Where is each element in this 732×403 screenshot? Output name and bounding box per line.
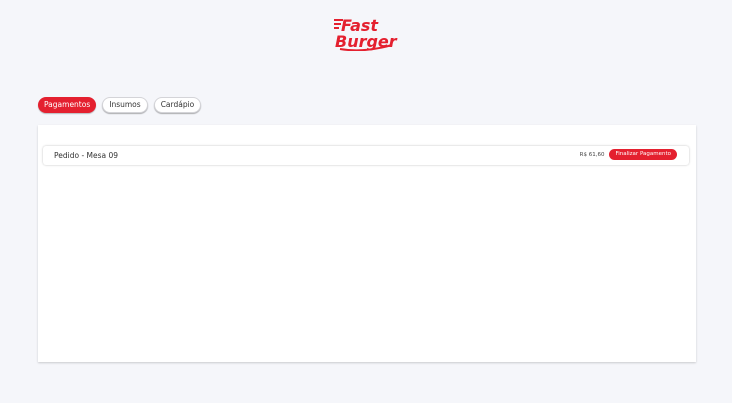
tab-bar: Pagamentos Insumos Cardápio: [38, 97, 202, 113]
order-title: Pedido - Mesa 09: [54, 151, 119, 160]
tab-insumos[interactable]: Insumos: [102, 97, 148, 113]
payments-panel: Pedido - Mesa 09 R$ 61,60 Finalizar Paga…: [38, 125, 696, 362]
order-actions: R$ 61,60 Finalizar Pagamento: [580, 149, 677, 160]
tab-cardapio[interactable]: Cardápio: [153, 97, 202, 113]
logo-mark: Fast Burger: [334, 16, 398, 51]
order-row: Pedido - Mesa 09 R$ 61,60 Finalizar Paga…: [43, 146, 689, 165]
order-price: R$ 61,60: [579, 151, 605, 158]
fast-burger-logo: Fast Burger: [334, 15, 398, 51]
tab-pagamentos[interactable]: Pagamentos: [38, 97, 97, 113]
finalize-payment-button[interactable]: Finalizar Pagamento: [609, 149, 677, 160]
logo-line2: Burger: [335, 32, 398, 51]
